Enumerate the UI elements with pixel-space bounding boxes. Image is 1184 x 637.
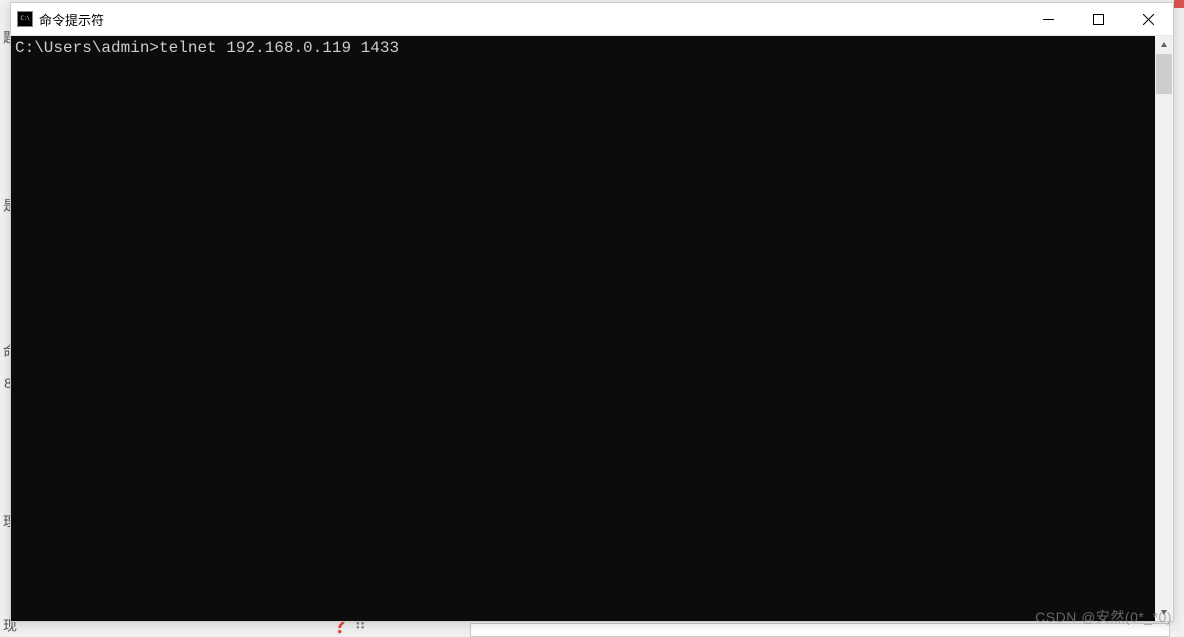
scroll-track[interactable] (1155, 54, 1173, 603)
close-button[interactable] (1123, 3, 1173, 35)
window-controls (1023, 3, 1173, 35)
command-text: telnet 192.168.0.119 1433 (159, 39, 399, 57)
close-icon (1143, 14, 1154, 25)
bg-red-accent (1174, 0, 1184, 8)
terminal-output[interactable]: C:\Users\admin>telnet 192.168.0.119 1433 (11, 36, 1155, 621)
cmd-icon: C:\ (17, 11, 33, 27)
csdn-watermark: CSDN @安然(0*_*0) (1035, 607, 1172, 627)
prompt: C:\Users\admin> (15, 39, 159, 57)
cmd-icon-text: C:\ (20, 16, 29, 22)
scroll-up-button[interactable] (1155, 36, 1173, 54)
terminal-area: C:\Users\admin>telnet 192.168.0.119 1433 (11, 36, 1173, 621)
maximize-icon (1093, 14, 1104, 25)
scroll-thumb[interactable] (1156, 54, 1172, 94)
chevron-up-icon (1160, 41, 1168, 49)
terminal-line: C:\Users\admin>telnet 192.168.0.119 1433 (15, 38, 1151, 58)
cmd-window: C:\ 命令提示符 C:\Users\admin>telnet 192.168.… (10, 2, 1174, 622)
maximize-button[interactable] (1073, 3, 1123, 35)
window-title: 命令提示符 (39, 10, 1023, 29)
titlebar[interactable]: C:\ 命令提示符 (11, 3, 1173, 36)
minimize-button[interactable] (1023, 3, 1073, 35)
vertical-scrollbar[interactable] (1155, 36, 1173, 621)
minimize-icon (1043, 14, 1054, 25)
